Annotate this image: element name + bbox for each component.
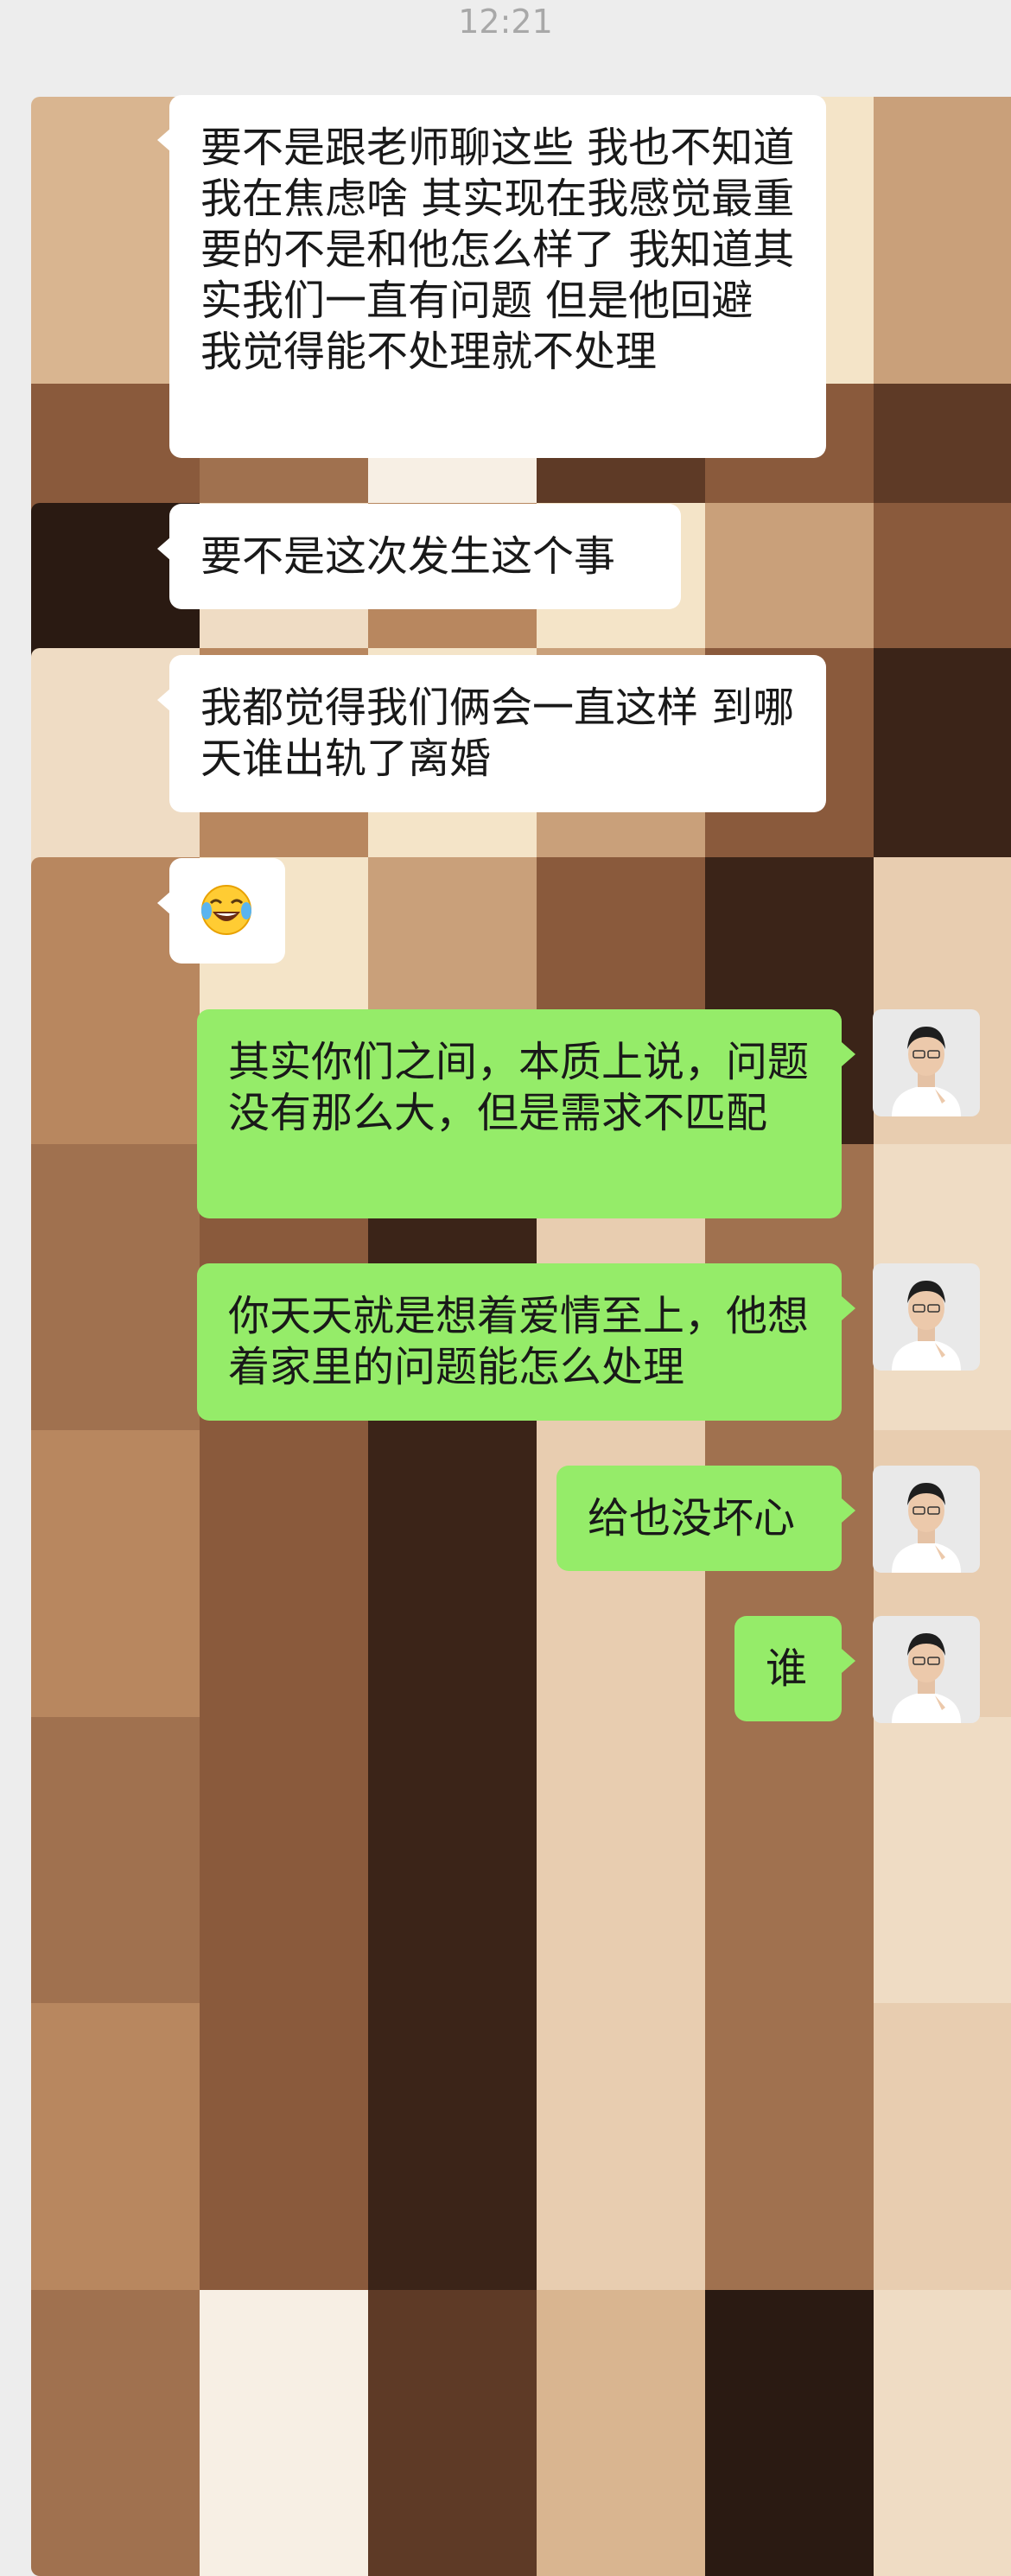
message-bubble-incoming[interactable]: 要不是跟老师聊这些 我也不知道我在焦虑啥 其实现在我感觉最重要的不是和他怎么样了… <box>169 95 826 458</box>
message-text: 要不是跟老师聊这些 我也不知道我在焦虑啥 其实现在我感觉最重要的不是和他怎么样了… <box>200 124 794 376</box>
mosaic-tile <box>537 2003 705 2290</box>
mosaic-tile <box>200 2290 368 2576</box>
message-text: 要不是这次发生这个事 <box>200 532 615 581</box>
mosaic-tile <box>31 1430 200 1717</box>
user-avatar[interactable] <box>873 1263 980 1371</box>
person-photo-icon <box>873 1263 980 1371</box>
mosaic-tile <box>368 1430 537 1717</box>
message-bubble-incoming[interactable]: 我都觉得我们俩会一直这样 到哪天谁出轨了离婚 <box>169 655 826 812</box>
mosaic-tile <box>874 2290 1011 2576</box>
message-bubble-outgoing[interactable]: 你天天就是想着爱情至上，他想着家里的问题能怎么处理 <box>197 1263 842 1421</box>
message-bubble-outgoing[interactable]: 谁 <box>734 1616 842 1721</box>
mosaic-tile <box>200 1430 368 1717</box>
mosaic-tile <box>368 1717 537 2004</box>
mosaic-tile <box>368 2003 537 2290</box>
message-text: 我都觉得我们俩会一直这样 到哪天谁出轨了离婚 <box>200 684 794 783</box>
person-photo-icon <box>873 1009 980 1116</box>
user-avatar[interactable] <box>873 1466 980 1573</box>
mosaic-tile <box>874 97 1011 384</box>
mosaic-tile <box>705 1717 874 2004</box>
user-avatar[interactable] <box>873 1616 980 1723</box>
message-text: 谁 <box>766 1644 807 1693</box>
message-bubble-outgoing[interactable]: 其实你们之间，本质上说，问题没有那么大，但是需求不匹配 <box>197 1009 842 1218</box>
mosaic-tile <box>537 2290 705 2576</box>
message-text: 给也没坏心 <box>588 1494 795 1542</box>
mosaic-tile <box>31 2003 200 2290</box>
mosaic-tile <box>31 1717 200 2004</box>
message-bubble-incoming[interactable]: 要不是这次发生这个事 <box>169 504 681 609</box>
mosaic-tile <box>874 2003 1011 2290</box>
message-text: 其实你们之间，本质上说，问题没有那么大，但是需求不匹配 <box>228 1038 809 1137</box>
mosaic-tile <box>537 1717 705 2004</box>
mosaic-tile <box>705 2290 874 2576</box>
face-with-tears-of-joy-icon <box>199 882 254 938</box>
message-text: 你天天就是想着爱情至上，他想着家里的问题能怎么处理 <box>228 1292 809 1391</box>
message-bubble-incoming[interactable] <box>169 858 285 964</box>
person-photo-icon <box>873 1616 980 1723</box>
user-avatar[interactable] <box>873 1009 980 1116</box>
mosaic-tile <box>200 2003 368 2290</box>
person-photo-icon <box>873 1466 980 1573</box>
mosaic-tile <box>368 2290 537 2576</box>
mosaic-tile <box>705 2003 874 2290</box>
mosaic-tile <box>200 1717 368 2004</box>
timestamp: 12:21 <box>0 0 1011 43</box>
message-bubble-outgoing[interactable]: 给也没坏心 <box>556 1466 842 1571</box>
mosaic-tile <box>31 2290 200 2576</box>
mosaic-tile <box>31 1144 200 1431</box>
mosaic-tile <box>874 1717 1011 2004</box>
